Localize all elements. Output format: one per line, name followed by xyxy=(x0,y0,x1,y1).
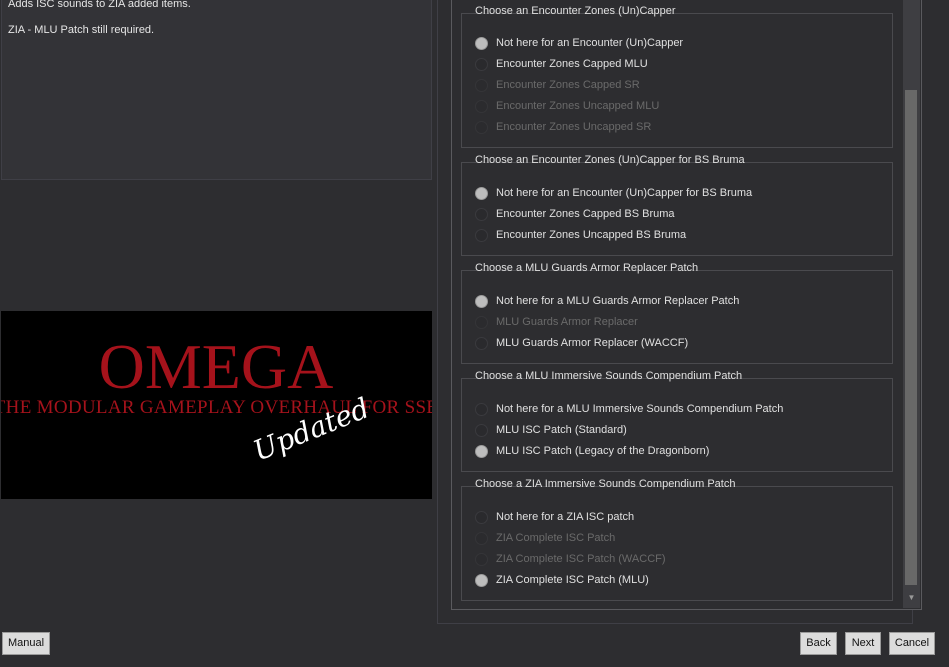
option-radio[interactable]: Not here for an Encounter (Un)Capper for… xyxy=(475,185,752,201)
option-radio[interactable]: Encounter Zones Uncapped BS Bruma xyxy=(475,227,686,243)
group-mlu-isc-patch: Choose a MLU Immersive Sounds Compendium… xyxy=(461,370,893,472)
group-title: Choose a ZIA Immersive Sounds Compendium… xyxy=(475,478,736,490)
option-radio: Encounter Zones Uncapped MLU xyxy=(475,98,659,114)
option-radio: MLU Guards Armor Replacer xyxy=(475,314,638,330)
radio-button[interactable] xyxy=(475,423,488,437)
scroll-down-arrow-icon[interactable]: ▼ xyxy=(903,591,920,605)
radio-button[interactable] xyxy=(475,444,488,458)
banner-graphic: OMEGA THE MODULAR GAMEPLAY OVERHAUL FOR … xyxy=(1,331,432,468)
option-radio[interactable]: MLU ISC Patch (Legacy of the Dragonborn) xyxy=(475,443,709,459)
radio-button[interactable] xyxy=(475,186,488,200)
radio-button[interactable] xyxy=(475,294,488,308)
radio-button[interactable] xyxy=(475,402,488,416)
back-button[interactable]: Back xyxy=(800,632,837,655)
manual-button[interactable]: Manual xyxy=(2,632,50,655)
description-panel: Adds ISC sounds to ZIA added items. ZIA … xyxy=(1,0,432,180)
option-radio[interactable]: Not here for an Encounter (Un)Capper xyxy=(475,35,683,51)
radio-button[interactable] xyxy=(475,207,488,221)
radio-button[interactable] xyxy=(475,573,488,587)
description-line: Adds ISC sounds to ZIA added items. xyxy=(8,0,191,10)
group-zia-isc-patch: Choose a ZIA Immersive Sounds Compendium… xyxy=(461,478,893,601)
radio-button xyxy=(475,552,488,566)
radio-button[interactable] xyxy=(475,510,488,524)
radio-button xyxy=(475,120,488,134)
option-radio[interactable]: Not here for a MLU Guards Armor Replacer… xyxy=(475,293,739,309)
option-radio[interactable]: Encounter Zones Capped BS Bruma xyxy=(475,206,675,222)
option-radio[interactable]: ZIA Complete ISC Patch (MLU) xyxy=(475,572,649,588)
mod-banner-image: OMEGA THE MODULAR GAMEPLAY OVERHAUL FOR … xyxy=(1,311,432,499)
radio-button[interactable] xyxy=(475,228,488,242)
option-radio[interactable]: MLU Guards Armor Replacer (WACCF) xyxy=(475,335,688,351)
group-encounter-zones-capper: Choose an Encounter Zones (Un)Capper Not… xyxy=(461,5,893,148)
option-radio[interactable]: MLU ISC Patch (Standard) xyxy=(475,422,627,438)
group-mlu-guards-armor: Choose a MLU Guards Armor Replacer Patch… xyxy=(461,262,893,364)
option-radio: Encounter Zones Uncapped SR xyxy=(475,119,651,135)
radio-button[interactable] xyxy=(475,336,488,350)
next-button[interactable]: Next xyxy=(845,632,881,655)
radio-button[interactable] xyxy=(475,57,488,71)
option-radio[interactable]: Not here for a ZIA ISC patch xyxy=(475,509,634,525)
option-radio[interactable]: Not here for a MLU Immersive Sounds Comp… xyxy=(475,401,783,417)
group-bs-bruma-capper: Choose an Encounter Zones (Un)Capper for… xyxy=(461,154,893,256)
installer-window: Adds ISC sounds to ZIA added items. ZIA … xyxy=(0,0,949,667)
option-radio: Encounter Zones Capped SR xyxy=(475,77,640,93)
radio-button[interactable] xyxy=(475,36,488,50)
group-title: Choose an Encounter Zones (Un)Capper xyxy=(475,5,676,17)
group-title: Choose a MLU Immersive Sounds Compendium… xyxy=(475,370,743,382)
radio-button xyxy=(475,78,488,92)
radio-button xyxy=(475,315,488,329)
option-radio: ZIA Complete ISC Patch xyxy=(475,530,615,546)
cancel-button[interactable]: Cancel xyxy=(889,632,935,655)
radio-button xyxy=(475,531,488,545)
group-title: Choose a MLU Guards Armor Replacer Patch xyxy=(475,262,699,274)
banner-title: OMEGA xyxy=(99,331,334,402)
radio-button xyxy=(475,99,488,113)
option-radio[interactable]: Encounter Zones Capped MLU xyxy=(475,56,648,72)
group-title: Choose an Encounter Zones (Un)Capper for… xyxy=(475,154,745,166)
option-radio: ZIA Complete ISC Patch (WACCF) xyxy=(475,551,666,567)
scrollbar-thumb[interactable] xyxy=(905,90,917,585)
description-line: ZIA - MLU Patch still required. xyxy=(8,24,155,36)
